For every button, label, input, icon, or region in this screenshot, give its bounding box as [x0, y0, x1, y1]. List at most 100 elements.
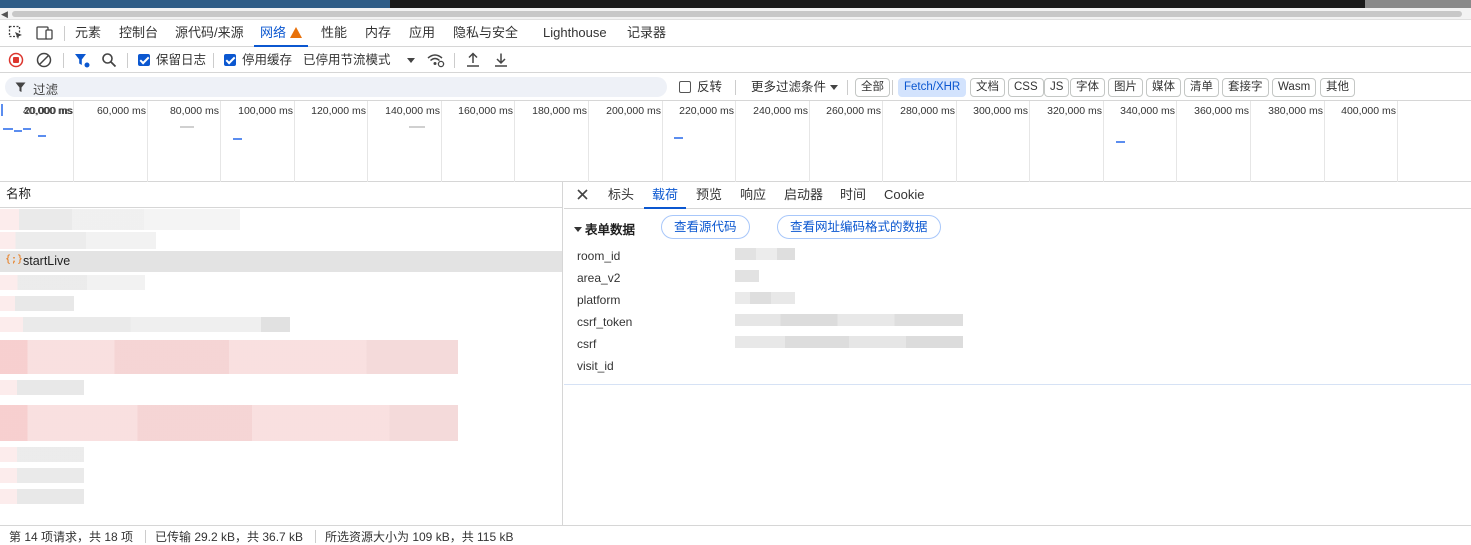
view-url-encoded-button[interactable]: 查看网址编码格式的数据 — [777, 215, 941, 239]
request-row[interactable] — [0, 486, 562, 507]
timeline-tick: 260,000 ms — [826, 101, 883, 182]
close-icon[interactable] — [576, 188, 589, 201]
field-value-redacted — [735, 248, 795, 260]
field-value-redacted — [735, 336, 963, 348]
tab-payload[interactable]: 载荷 — [644, 182, 687, 209]
timeline-tick: 160,000 ms — [458, 101, 515, 182]
blurred-content — [0, 296, 74, 311]
tab-preview[interactable]: 预览 — [696, 182, 722, 209]
warning-icon — [290, 27, 303, 38]
toolbar-divider — [847, 80, 848, 95]
request-row[interactable] — [0, 465, 562, 486]
search-icon[interactable] — [101, 52, 117, 68]
field-value-redacted — [735, 314, 963, 326]
filter-funnel-icon — [15, 82, 26, 93]
timeline-tick: 220,000 ms — [679, 101, 736, 182]
request-row[interactable] — [0, 272, 562, 293]
inspect-element-icon[interactable] — [8, 25, 24, 41]
tab-memory[interactable]: 内存 — [365, 20, 391, 47]
type-filter-manifest[interactable]: 清单 — [1184, 78, 1219, 97]
view-source-button[interactable]: 查看源代码 — [661, 215, 750, 239]
request-row[interactable] — [0, 209, 562, 230]
chevron-down-icon[interactable] — [830, 85, 838, 90]
type-filter-all[interactable]: 全部 — [855, 78, 890, 97]
tick-label: 60,000 ms — [96, 105, 146, 117]
tab-recorder[interactable]: 记录器 — [627, 20, 666, 47]
timeline-tick: 40,000 ms — [23, 101, 74, 182]
more-filters-dropdown[interactable]: 更多过滤条件 — [751, 74, 826, 100]
device-toolbar-icon[interactable] — [36, 25, 53, 41]
tab-cookie[interactable]: Cookie — [884, 182, 924, 209]
request-row[interactable] — [0, 293, 562, 314]
export-har-icon[interactable] — [493, 52, 509, 68]
throttling-select[interactable]: 已停用节流模式 — [303, 47, 391, 73]
type-filter-js[interactable]: JS — [1044, 78, 1070, 97]
resources-size: 所选资源大小为 109 kB，共 115 kB — [325, 530, 514, 544]
clear-icon[interactable] — [36, 52, 52, 68]
request-bar — [14, 130, 22, 132]
blurred-content — [0, 209, 240, 230]
filter-placeholder: 过滤 — [33, 83, 59, 97]
horizontal-scrollbar[interactable]: ◀ — [0, 8, 1471, 20]
filter-input[interactable]: 过滤 — [5, 77, 667, 97]
tab-timing[interactable]: 时间 — [840, 182, 866, 209]
tab-performance[interactable]: 性能 — [321, 20, 347, 47]
stop-recording-icon[interactable] — [8, 52, 24, 68]
request-row[interactable] — [0, 402, 562, 444]
tab-application[interactable]: 应用 — [409, 20, 435, 47]
disable-cache-label[interactable]: 停用缓存 — [242, 47, 292, 73]
type-filter-fetch-xhr[interactable]: Fetch/XHR — [898, 78, 967, 97]
tab-elements[interactable]: 元素 — [75, 20, 101, 47]
toolbar-divider — [735, 80, 736, 95]
request-row[interactable] — [0, 335, 562, 377]
tab-sources[interactable]: 源代码/来源 — [175, 20, 244, 47]
detail-tabs: 标头 载荷 预览 响应 启动器 时间 Cookie — [564, 182, 1471, 209]
scroll-left-icon[interactable]: ◀ — [1, 8, 8, 20]
field-value-redacted — [735, 270, 759, 282]
type-filter-wasm[interactable]: Wasm — [1272, 78, 1317, 97]
tab-headers[interactable]: 标头 — [608, 182, 634, 209]
network-overview-timeline[interactable]: 40,000 ms 20,000 ms 60,000 ms 80,000 ms … — [0, 101, 1471, 182]
request-row-selected[interactable]: {;} startLive — [0, 251, 562, 272]
fetch-xhr-icon: {;} — [5, 254, 24, 265]
type-filter-doc[interactable]: 文档 — [970, 78, 1005, 97]
tab-response[interactable]: 响应 — [740, 182, 766, 209]
column-header-name[interactable]: 名称 — [0, 182, 562, 208]
request-row[interactable] — [0, 377, 562, 398]
timeline-tick: 200,000 ms — [606, 101, 663, 182]
tick-label: 340,000 ms — [1120, 105, 1175, 117]
toolbar-divider — [64, 26, 65, 41]
preserve-log-checkbox[interactable] — [138, 54, 150, 66]
filter-icon[interactable] — [74, 53, 90, 68]
tab-privacy-security[interactable]: 隐私与安全 — [453, 20, 518, 47]
request-row[interactable] — [0, 230, 562, 251]
type-filter-css[interactable]: CSS — [1008, 78, 1044, 97]
tick-label: 400,000 ms — [1341, 105, 1396, 117]
timeline-tick: 100,000 ms — [238, 101, 295, 182]
tab-lighthouse[interactable]: Lighthouse — [543, 20, 607, 47]
preserve-log-label[interactable]: 保留日志 — [156, 47, 206, 73]
import-har-icon[interactable] — [465, 52, 481, 68]
request-row[interactable] — [0, 444, 562, 465]
type-filter-font[interactable]: 字体 — [1070, 78, 1105, 97]
scrollbar-thumb[interactable] — [12, 11, 1462, 17]
form-data-section-toggle[interactable]: 表单数据 — [574, 219, 635, 238]
blurred-content — [0, 275, 145, 290]
invert-label[interactable]: 反转 — [697, 74, 722, 100]
request-row[interactable] — [0, 314, 562, 335]
type-filter-img[interactable]: 图片 — [1108, 78, 1143, 97]
tab-console[interactable]: 控制台 — [119, 20, 158, 47]
disable-cache-checkbox[interactable] — [224, 54, 236, 66]
type-filter-media[interactable]: 媒体 — [1146, 78, 1181, 97]
tab-initiator[interactable]: 启动器 — [784, 182, 823, 209]
type-filter-other[interactable]: 其他 — [1320, 78, 1355, 97]
timeline-tick: 360,000 ms — [1194, 101, 1251, 182]
network-conditions-icon[interactable] — [427, 52, 445, 68]
invert-checkbox[interactable] — [679, 81, 691, 93]
field-key-csrf: csrf — [577, 337, 597, 351]
timeline-tick: 400,000 ms — [1341, 101, 1398, 182]
type-filter-socket[interactable]: 套接字 — [1222, 78, 1269, 97]
tab-network[interactable]: 网络 — [254, 20, 309, 47]
request-name: startLive — [23, 254, 71, 268]
chevron-down-icon[interactable] — [407, 58, 415, 63]
